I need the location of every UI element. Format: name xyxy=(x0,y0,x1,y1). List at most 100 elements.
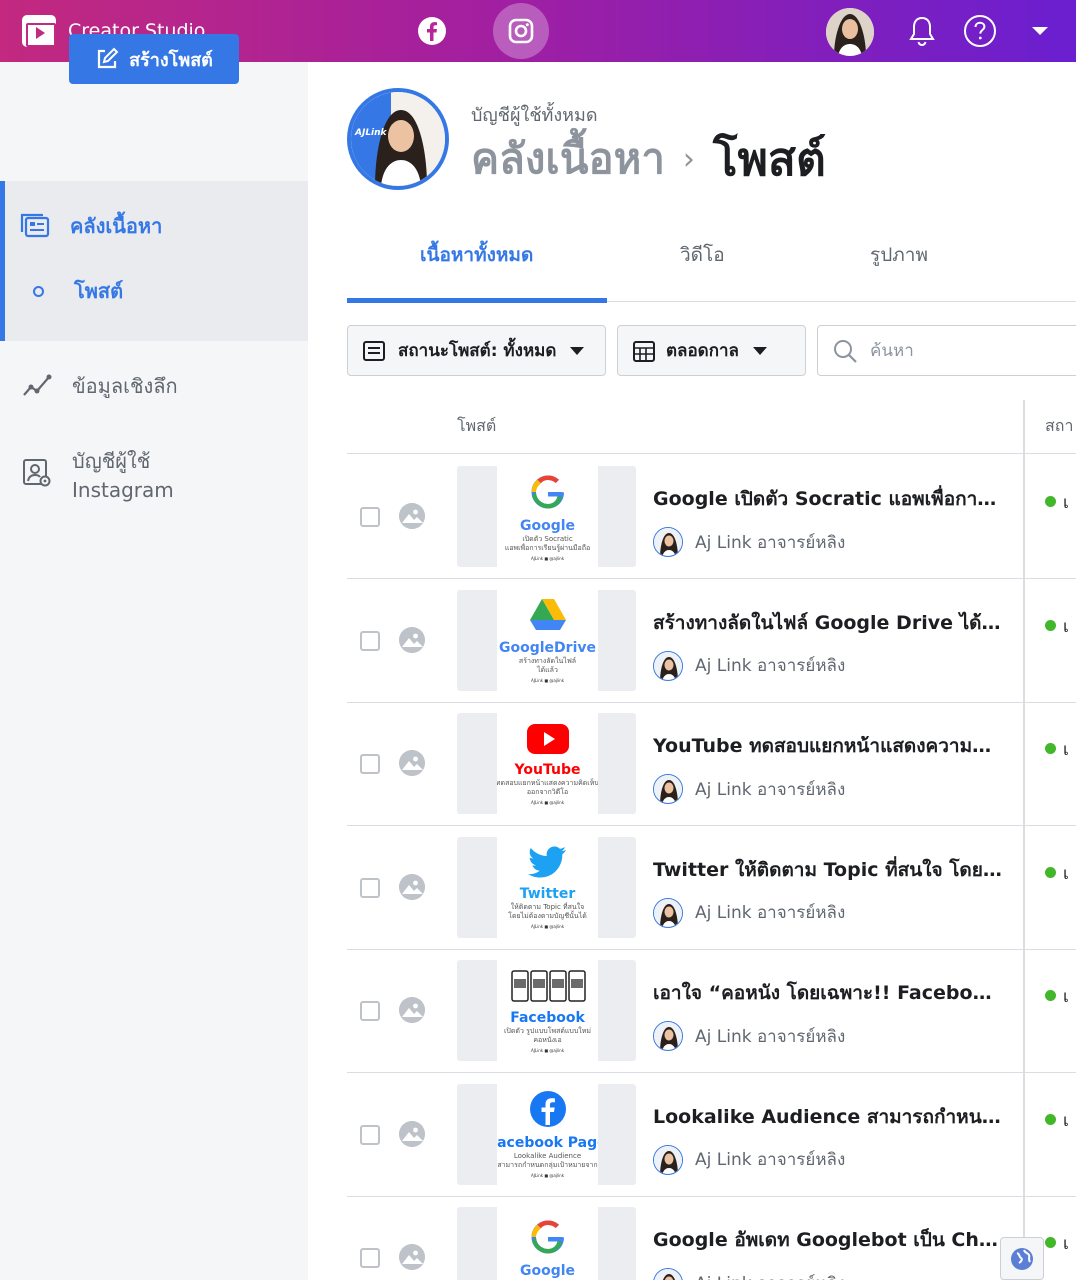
photo-type-icon xyxy=(399,626,425,653)
search-input[interactable]: ค้นหา xyxy=(817,325,1076,376)
table-row[interactable]: YouTube ทดสอบแยกหน้าแสดงความคิดเห็น ออกจาก… xyxy=(347,702,1076,826)
notifications-button[interactable] xyxy=(904,13,940,49)
active-tab-indicator xyxy=(347,298,607,303)
post-thumbnail[interactable]: Twitter ให้ติดตาม Topic ที่สนใจ โดยไม่ต้อง… xyxy=(497,836,598,938)
row-checkbox[interactable] xyxy=(360,507,380,527)
help-button[interactable] xyxy=(962,13,998,49)
thumbnail-title: Google xyxy=(519,517,576,534)
thumbnail-title: Google xyxy=(519,1262,576,1279)
instagram-platform-button[interactable] xyxy=(493,3,549,59)
photo-type-icon xyxy=(399,1244,425,1270)
thumbnail-subtitle: สร้างทางลัดในไฟล์ xyxy=(518,657,577,665)
row-checkbox[interactable] xyxy=(360,630,380,651)
facebook-logo-icon xyxy=(529,1090,567,1132)
thumbnail-subtitle-2: คอหนังเอ xyxy=(533,1035,562,1044)
author-avatar xyxy=(653,527,683,557)
table-row[interactable]: Googleอัพเดท GooglebotAJLink ■ @ajlinkGo… xyxy=(347,1196,1076,1280)
post-title[interactable]: สร้างทางลัดในไฟล์ Google Drive ได้แล้... xyxy=(653,608,1003,638)
facebook-platform-button[interactable] xyxy=(404,3,460,59)
language-button[interactable] xyxy=(1000,1237,1044,1280)
sidebar-item-insights[interactable]: ข้อมูลเชิงลึก xyxy=(20,370,178,402)
table-row[interactable]: Google เปิดตัว Socratic แอพเพื่อการเรียนรู… xyxy=(347,455,1076,579)
photo-type-icon xyxy=(399,873,425,900)
row-checkbox[interactable] xyxy=(360,1001,380,1021)
row-checkbox[interactable] xyxy=(360,754,380,774)
status-text: เ xyxy=(1063,493,1069,513)
post-thumbnail[interactable]: Facebook เปิดตัว รูปแบบโพสต์แบบใหม่ คอหนัง… xyxy=(497,960,598,1061)
thumbnail-subtitle-2: ได้แล้ว xyxy=(537,666,558,674)
status-dot xyxy=(1045,866,1056,878)
table-row[interactable]: Twitter ให้ติดตาม Topic ที่สนใจ โดยไม่ต้อง… xyxy=(347,826,1076,950)
post-status-filter[interactable]: สถานะโพสต์: ทั้งหมด xyxy=(347,325,606,376)
row-checkbox[interactable] xyxy=(360,1248,380,1268)
post-thumbnail[interactable]: Facebook PageLookalike Audienceสามารถกำห… xyxy=(497,1083,598,1185)
thumbnail-title: Facebook xyxy=(510,1009,585,1026)
author-name: Aj Link อาจารย์หลิง xyxy=(695,656,846,676)
compose-icon xyxy=(98,47,119,69)
author-name: Aj Link อาจารย์หลิง xyxy=(695,779,846,800)
author-name: Aj Link อาจารย์หลิง xyxy=(695,532,846,553)
status-dot xyxy=(1045,1113,1056,1125)
account-menu-button[interactable] xyxy=(1022,13,1058,49)
sidebar-item-instagram-account[interactable]: บัญชีผู้ใช้ Instagram xyxy=(20,447,174,505)
thumbnail-subtitle-2: สามารถกำหนดกลุ่มเป้าหมายจาก xyxy=(497,1161,598,1169)
post-title[interactable]: Twitter ให้ติดตาม Topic ที่สนใจ โดยไ... xyxy=(653,855,1003,885)
table-row[interactable]: GoogleDrive สร้างทางลัดในไฟล์ ได้แล้ว AJLin… xyxy=(347,579,1076,703)
column-header-post[interactable]: โพสต์ xyxy=(457,414,496,439)
list-icon xyxy=(363,340,385,361)
thumbnail-subtitle: ให้ติดตาม Topic ที่สนใจ xyxy=(510,903,585,911)
google-logo-icon xyxy=(529,473,567,515)
date-range-label: ตลอดกาล xyxy=(666,341,739,361)
row-checkbox[interactable] xyxy=(360,1124,380,1145)
thumbnail-footer: AJLink ■ @ajlink xyxy=(530,555,565,561)
thumbnail-title: Facebook Page xyxy=(497,1135,598,1151)
post-title[interactable]: YouTube ทดสอบแยกหน้าแสดงความคิ... xyxy=(653,731,1003,761)
thumbnail-title: YouTube xyxy=(514,761,581,778)
row-checkbox[interactable] xyxy=(360,877,380,898)
caret-down-icon xyxy=(752,346,767,355)
status-text: เ xyxy=(1063,616,1069,637)
post-title[interactable]: Lookalike Audience สามารถกำหนดก... xyxy=(653,1102,1003,1132)
sidebar-item-content-library[interactable]: คลังเนื้อหา xyxy=(18,210,162,242)
post-author: Aj Link อาจารย์หลิง xyxy=(653,774,845,804)
table-row[interactable]: Facebook PageLookalike Audienceสามารถกำห… xyxy=(347,1073,1076,1197)
post-title[interactable]: เอาใจ “คอหนัง โดยเฉพาะ!! Facebook ... xyxy=(653,978,1003,1008)
profile-photo-icon xyxy=(351,92,445,186)
thumbnail-subtitle: Lookalike Audience xyxy=(513,1152,582,1160)
post-thumbnail[interactable]: GoogleDrive สร้างทางลัดในไฟล์ ได้แล้ว AJLin… xyxy=(497,589,598,691)
status-dot xyxy=(1045,743,1056,754)
twitter-logo-icon xyxy=(527,845,568,883)
post-thumbnail[interactable]: Googleอัพเดท GooglebotAJLink ■ @ajlink xyxy=(497,1207,598,1280)
tab-photos[interactable]: รูปภาพ xyxy=(870,240,928,270)
thumbnail-subtitle-2: โดยไม่ต้องตามบัญชีนั้นได้ xyxy=(508,912,587,920)
thumbnail-footer: AJLink ■ @ajlink xyxy=(530,1173,565,1178)
post-title[interactable]: Google อัพเดท Googlebot เป็น Chro... xyxy=(653,1225,1003,1255)
breadcrumb-parent[interactable]: คลังเนื้อหา xyxy=(471,126,665,192)
author-avatar xyxy=(653,1144,683,1175)
sidebar-item-posts[interactable]: โพสต์ xyxy=(28,275,123,307)
author-name: Aj Link อาจารย์หลิง xyxy=(695,1026,846,1047)
post-title[interactable]: Google เปิดตัว Socratic แอพเพื่อการเ... xyxy=(653,484,1003,514)
post-thumbnail[interactable]: YouTube ทดสอบแยกหน้าแสดงความคิดเห็น ออกจาก… xyxy=(497,713,598,814)
tab-all-content[interactable]: เนื้อหาทั้งหมด xyxy=(420,240,533,270)
table-row[interactable]: Facebook เปิดตัว รูปแบบโพสต์แบบใหม่ คอหนัง… xyxy=(347,949,1076,1073)
create-post-button[interactable]: สร้างโพสต์ xyxy=(69,34,239,84)
thumbnail-subtitle: เปิดตัว รูปแบบโพสต์แบบใหม่ xyxy=(504,1026,591,1035)
post-author: Aj Link อาจารย์หลิง xyxy=(653,1268,845,1280)
date-range-filter[interactable]: ตลอดกาล xyxy=(617,325,806,376)
status-text: เ xyxy=(1063,1110,1069,1131)
user-avatar[interactable] xyxy=(826,8,874,56)
post-author: Aj Link อาจารย์หลิง xyxy=(653,527,845,557)
column-divider xyxy=(1023,400,1025,1280)
thumbnail-subtitle: ทดสอบแยกหน้าแสดงความคิดเห็น xyxy=(497,778,598,787)
facebook-icon xyxy=(418,17,446,45)
tab-videos[interactable]: วิดีโอ xyxy=(680,240,725,270)
status-text: เ xyxy=(1063,740,1069,760)
post-thumbnail[interactable]: Google เปิดตัว Socratic แอพเพื่อการเรียนรู… xyxy=(497,466,598,567)
breadcrumb-separator: › xyxy=(682,141,695,177)
column-header-status[interactable]: สถา xyxy=(1045,414,1073,439)
thumbnail-subtitle: เปิดตัว Socratic xyxy=(522,534,573,543)
status-text: เ xyxy=(1063,863,1069,884)
author-name: Aj Link อาจารย์หลิง xyxy=(695,1270,845,1280)
calendar-icon xyxy=(633,340,655,362)
